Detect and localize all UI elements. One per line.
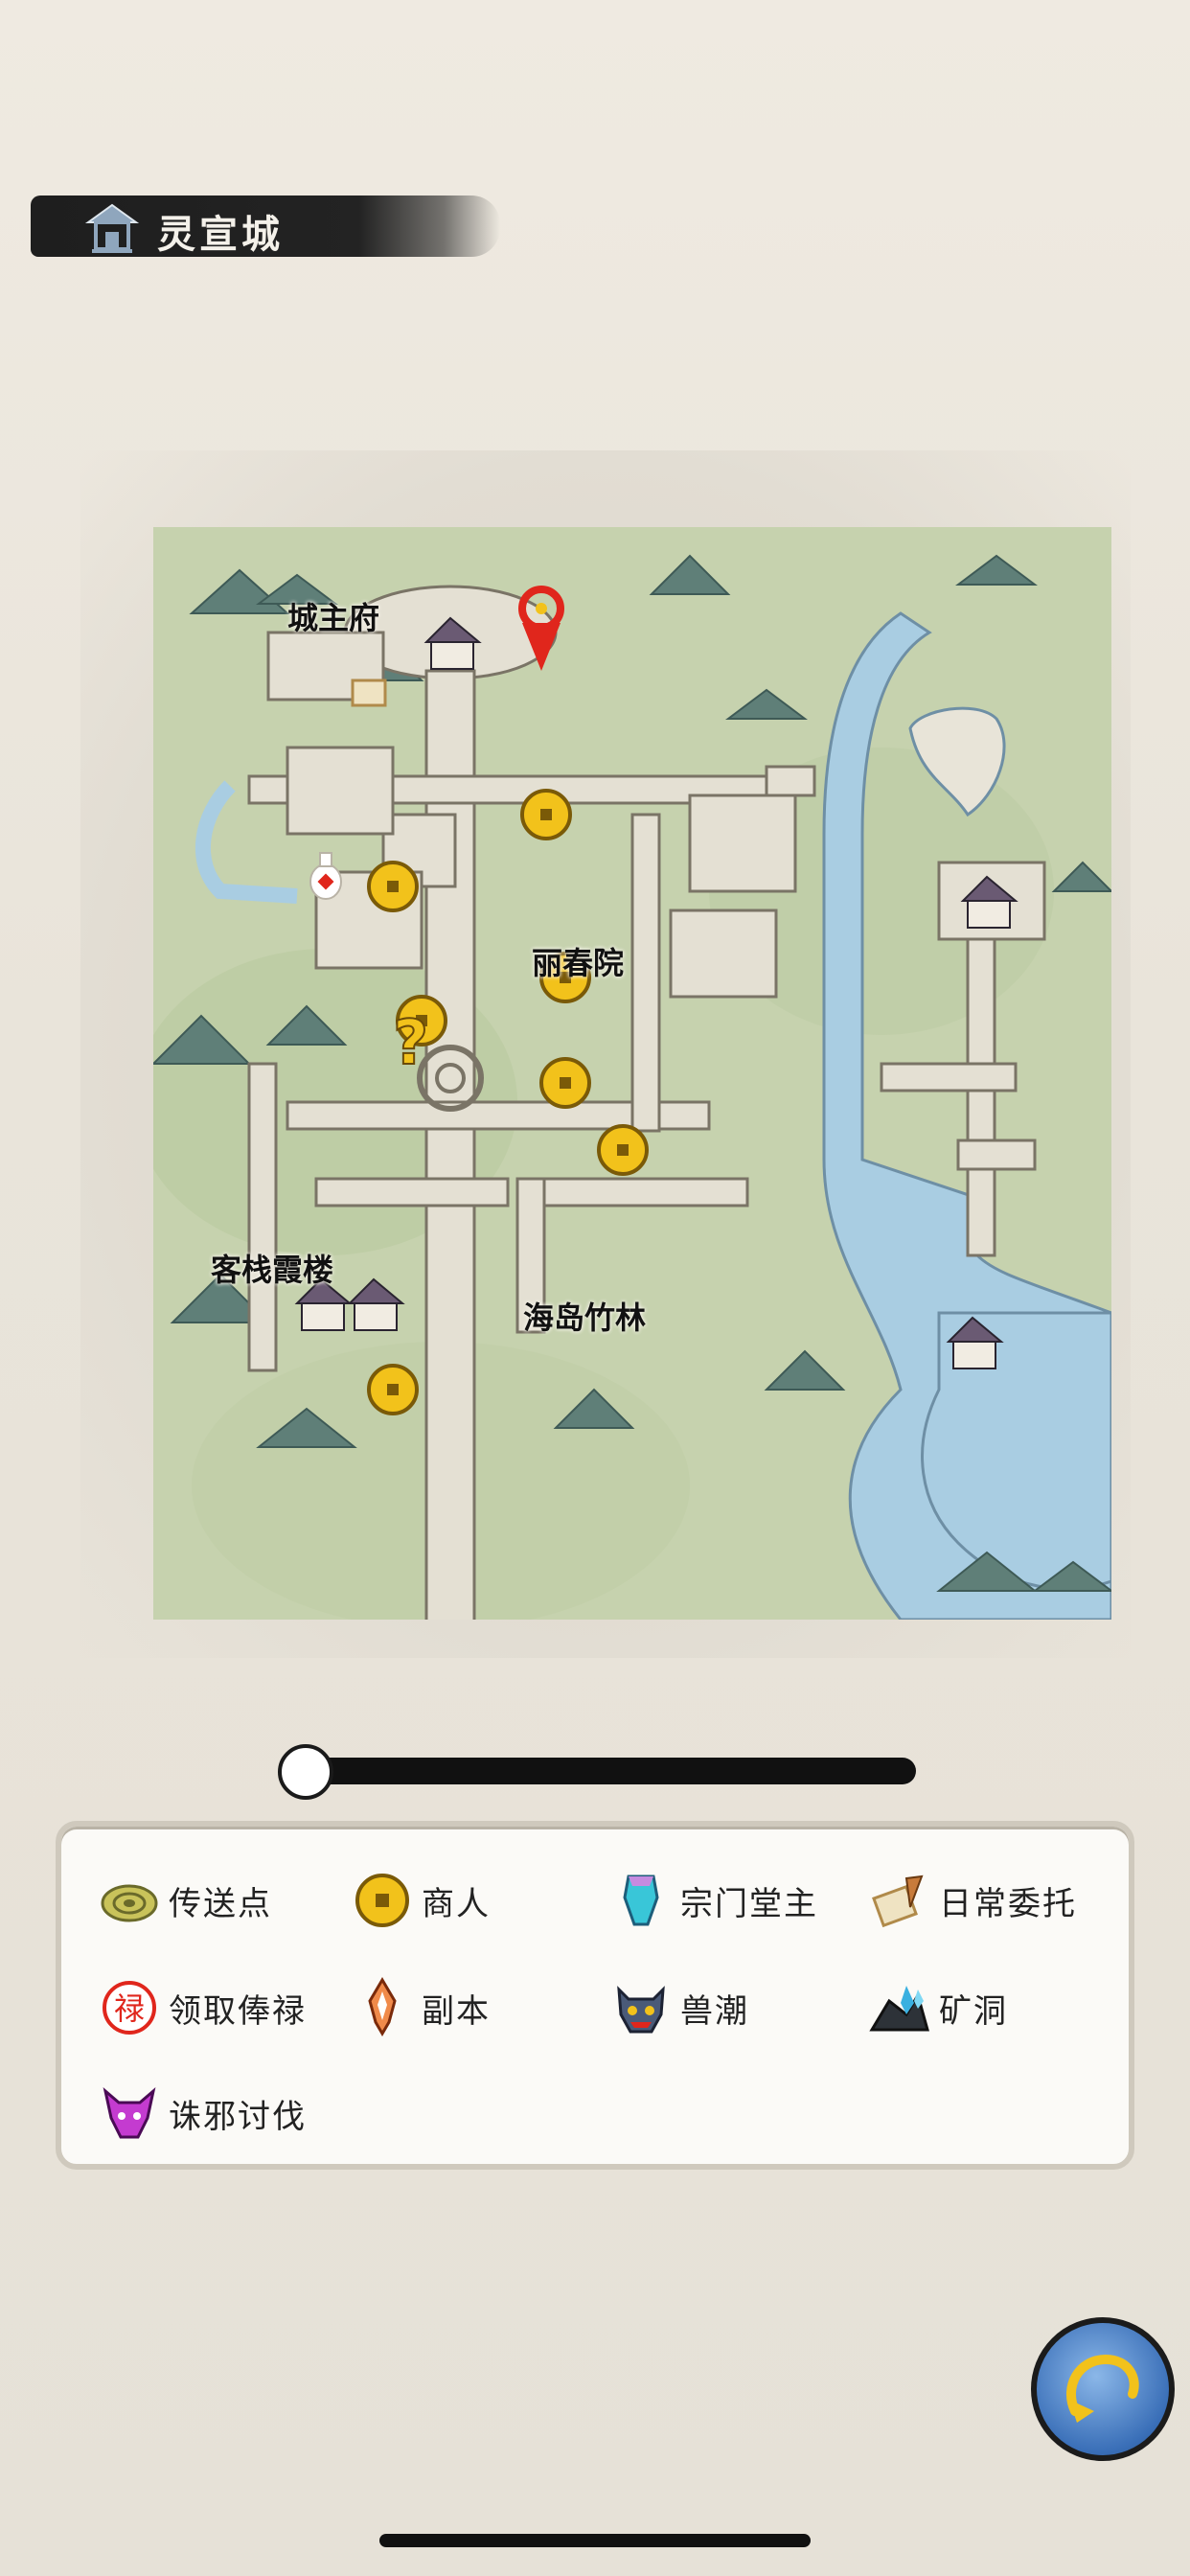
demon-head-icon [103,2086,156,2139]
legend-item-sect-master[interactable]: 宗门堂主 [609,1867,818,1934]
sect-crystal-icon [623,1874,659,1926]
zoom-slider[interactable] [278,1744,916,1800]
map-legend: 传送点 商人 宗门堂主 日常委托 禄 领取俸禄 副本 兽潮 矿洞 诛邪讨伐 [56,1821,1134,2170]
poi-label-lichun[interactable]: 丽春院 [532,939,624,983]
legend-item-dungeon[interactable]: 副本 [351,1974,491,2041]
map-drawing: ? [153,527,1111,1620]
legend-item-mine[interactable]: 矿洞 [868,1974,1008,2041]
poi-label-xialou[interactable]: 霞楼 [272,1246,333,1290]
svg-text:?: ? [393,1008,428,1079]
scroll-quill-icon [872,1874,924,1928]
teleport-swirl-icon [101,1884,158,1922]
slider-knob[interactable] [278,1744,333,1800]
slider-track[interactable] [307,1758,916,1784]
legend-label: 宗门堂主 [680,1884,818,1923]
legend-label: 矿洞 [939,1991,1008,2031]
legend-item-salary[interactable]: 禄 领取俸禄 [98,1974,307,2041]
legend-item-teleport[interactable]: 传送点 [98,1867,272,1934]
legend-item-merchant[interactable]: 商人 [351,1867,491,1934]
legend-item-demon-hunt[interactable]: 诛邪讨伐 [98,2080,307,2147]
pavilion-icon [84,203,140,253]
poi-label-inn[interactable]: 客栈 [211,1246,272,1290]
legend-label: 副本 [422,1991,491,2031]
legend-label: 兽潮 [680,1991,749,2031]
svg-text:禄: 禄 [114,1990,145,2027]
location-banner: 灵宣城 [31,188,500,268]
mine-crystal-icon [869,1986,929,2032]
home-indicator [379,2534,811,2547]
return-button[interactable] [1031,2317,1175,2461]
poi-label-city-lord[interactable]: 城主府 [287,594,379,638]
dungeon-blade-icon [368,1977,397,2036]
legend-label: 诛邪讨伐 [169,2097,307,2136]
poi-label-island-bamboo[interactable]: 海岛竹林 [523,1294,646,1338]
legend-item-beast-tide[interactable]: 兽潮 [609,1974,749,2041]
return-swirl-icon [1066,2354,1139,2423]
beast-head-icon [617,1986,665,2034]
coin-icon [355,1874,409,1927]
salary-seal-icon: 禄 [103,1981,156,2035]
city-map[interactable]: ? 城主府 丽春院 客栈 霞楼 海岛竹林 [153,527,1111,1620]
legend-label: 日常委托 [939,1884,1077,1923]
location-title: 灵宣城 [157,213,284,257]
legend-item-daily-task[interactable]: 日常委托 [868,1867,1077,1934]
legend-label: 商人 [422,1884,491,1923]
legend-label: 领取俸禄 [169,1991,307,2031]
legend-label: 传送点 [169,1884,272,1923]
